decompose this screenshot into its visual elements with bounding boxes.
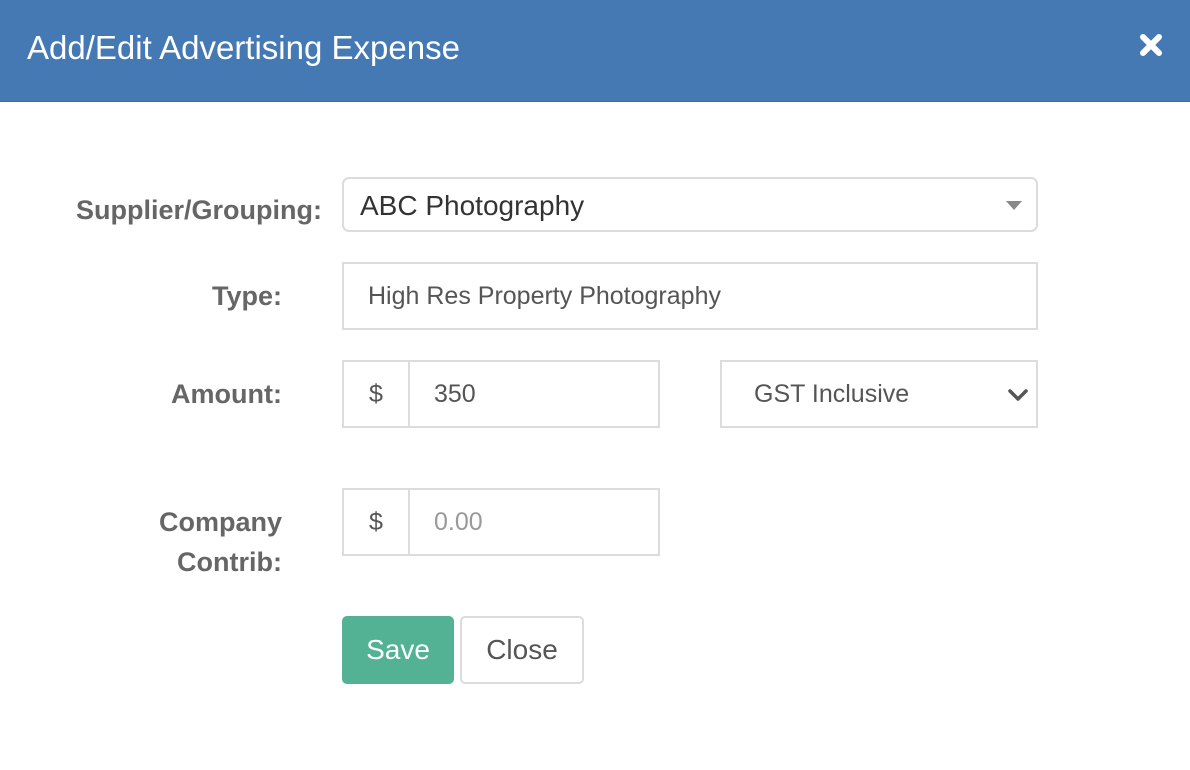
company-contrib-input[interactable]: 0.00 [408, 488, 660, 556]
supplier-select[interactable]: ABC Photography [342, 177, 1038, 232]
amount-currency-addon: $ [342, 360, 410, 428]
company-contrib-placeholder: 0.00 [434, 508, 483, 536]
save-button[interactable]: Save [342, 616, 454, 684]
contrib-currency-addon: $ [342, 488, 410, 556]
supplier-selected-value: ABC Photography [360, 190, 585, 221]
modal-header: Add/Edit Advertising Expense [0, 0, 1190, 102]
dollar-sign: $ [369, 380, 383, 408]
amount-input-value: 350 [434, 380, 476, 408]
chevron-down-icon [1008, 389, 1028, 401]
company-contrib-label-line1: Company [158, 507, 282, 537]
gst-selected-value: GST Inclusive [754, 380, 910, 408]
type-input-value: High Res Property Photography [368, 282, 721, 310]
type-label: Type: [211, 281, 282, 311]
supplier-label: Supplier/Grouping: [76, 195, 322, 225]
type-input[interactable]: High Res Property Photography [342, 262, 1038, 330]
close-button[interactable]: Close [460, 616, 584, 684]
amount-label: Amount: [171, 379, 282, 409]
gst-select[interactable]: GST Inclusive [720, 360, 1038, 428]
company-contrib-label-line2: Contrib: [177, 547, 282, 577]
amount-input[interactable]: 350 [408, 360, 660, 428]
modal-title: Add/Edit Advertising Expense [27, 29, 460, 66]
add-edit-expense-modal: Add/Edit Advertising Expense Supplier/Gr… [0, 0, 1190, 770]
dollar-sign: $ [369, 508, 383, 536]
close-icon[interactable] [1134, 28, 1168, 62]
caret-down-icon [1006, 201, 1022, 210]
